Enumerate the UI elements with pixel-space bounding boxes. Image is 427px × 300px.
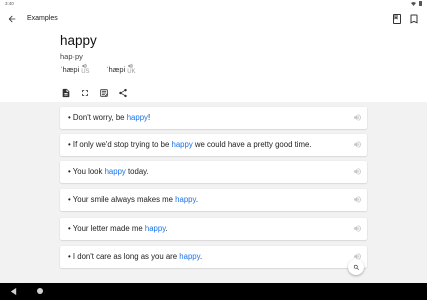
headword: happy [60,33,97,48]
example-card[interactable]: • Don't worry, be happy! [60,107,367,129]
speaker-icon[interactable] [353,140,362,149]
example-text: • Don't worry, be happy! [68,113,151,122]
example-text: • You look happy today. [68,167,149,176]
flashcard-button[interactable] [98,87,110,99]
ipa-text: ˈhæpi [60,65,80,74]
bookmark-button[interactable] [408,12,420,24]
status-time: 3:40 [5,1,14,6]
pronunciation-us[interactable]: ˈhæpi US [60,63,90,75]
flashcard-icon [100,89,108,97]
region-label: UK [127,69,136,75]
example-card[interactable]: • Your letter made me happy. [60,218,367,240]
example-card[interactable]: • If only we'd stop trying to be happy w… [60,134,367,156]
dictionary-icon [393,14,401,24]
page-title: Examples [27,15,58,22]
bookmark-icon [410,14,418,24]
example-text: • I don't care as long as you are happy. [68,252,203,261]
example-text: • Your letter made me happy. [68,224,168,233]
share-button[interactable] [117,87,129,99]
fullscreen-icon [82,90,88,96]
fullscreen-button[interactable] [79,87,91,99]
highlighted-word: happy [171,140,193,149]
examples-list[interactable]: • Don't worry, be happy! • If only we'd … [0,102,427,283]
highlighted-word: happy [179,252,200,261]
search-fab[interactable] [348,259,364,275]
speaker-icon[interactable] [353,167,362,176]
search-icon [353,264,359,270]
syllable-breakdown: hap·py [60,52,83,61]
battery-icon [419,1,422,6]
highlighted-word: happy [144,224,166,233]
arrow-left-icon [8,15,16,23]
example-card[interactable]: • I don't care as long as you are happy. [60,246,367,268]
wifi-icon [411,1,416,6]
example-text: • Your smile always makes me happy. [68,195,199,204]
app-bar: Examples [0,8,427,30]
example-text: • If only we'd stop trying to be happy w… [68,140,312,149]
document-button[interactable] [60,87,72,99]
speaker-icon[interactable] [353,195,362,204]
pronunciation-uk[interactable]: ˈhæpi UK [106,63,136,75]
document-icon [62,88,70,98]
dictionary-button[interactable] [391,12,403,24]
ipa-text: ˈhæpi [106,65,126,74]
example-card[interactable]: • Your smile always makes me happy. [60,189,367,211]
nav-home-icon[interactable] [37,288,43,294]
back-button[interactable] [6,13,18,25]
region-label: US [81,69,90,75]
speaker-icon[interactable] [353,224,362,233]
system-navigation-bar [0,283,427,300]
status-icons [411,1,422,6]
highlighted-word: happy [126,113,148,122]
nav-back-icon[interactable] [9,287,18,296]
example-card[interactable]: • You look happy today. [60,161,367,183]
word-header: happy hap·py ˈhæpi US ˈhæpi UK [0,30,427,102]
highlighted-word: happy [175,195,196,204]
word-tools [60,87,129,99]
speaker-icon[interactable] [353,113,362,122]
status-bar: 3:40 [0,0,427,8]
share-icon [119,88,127,98]
highlighted-word: happy [104,167,126,176]
